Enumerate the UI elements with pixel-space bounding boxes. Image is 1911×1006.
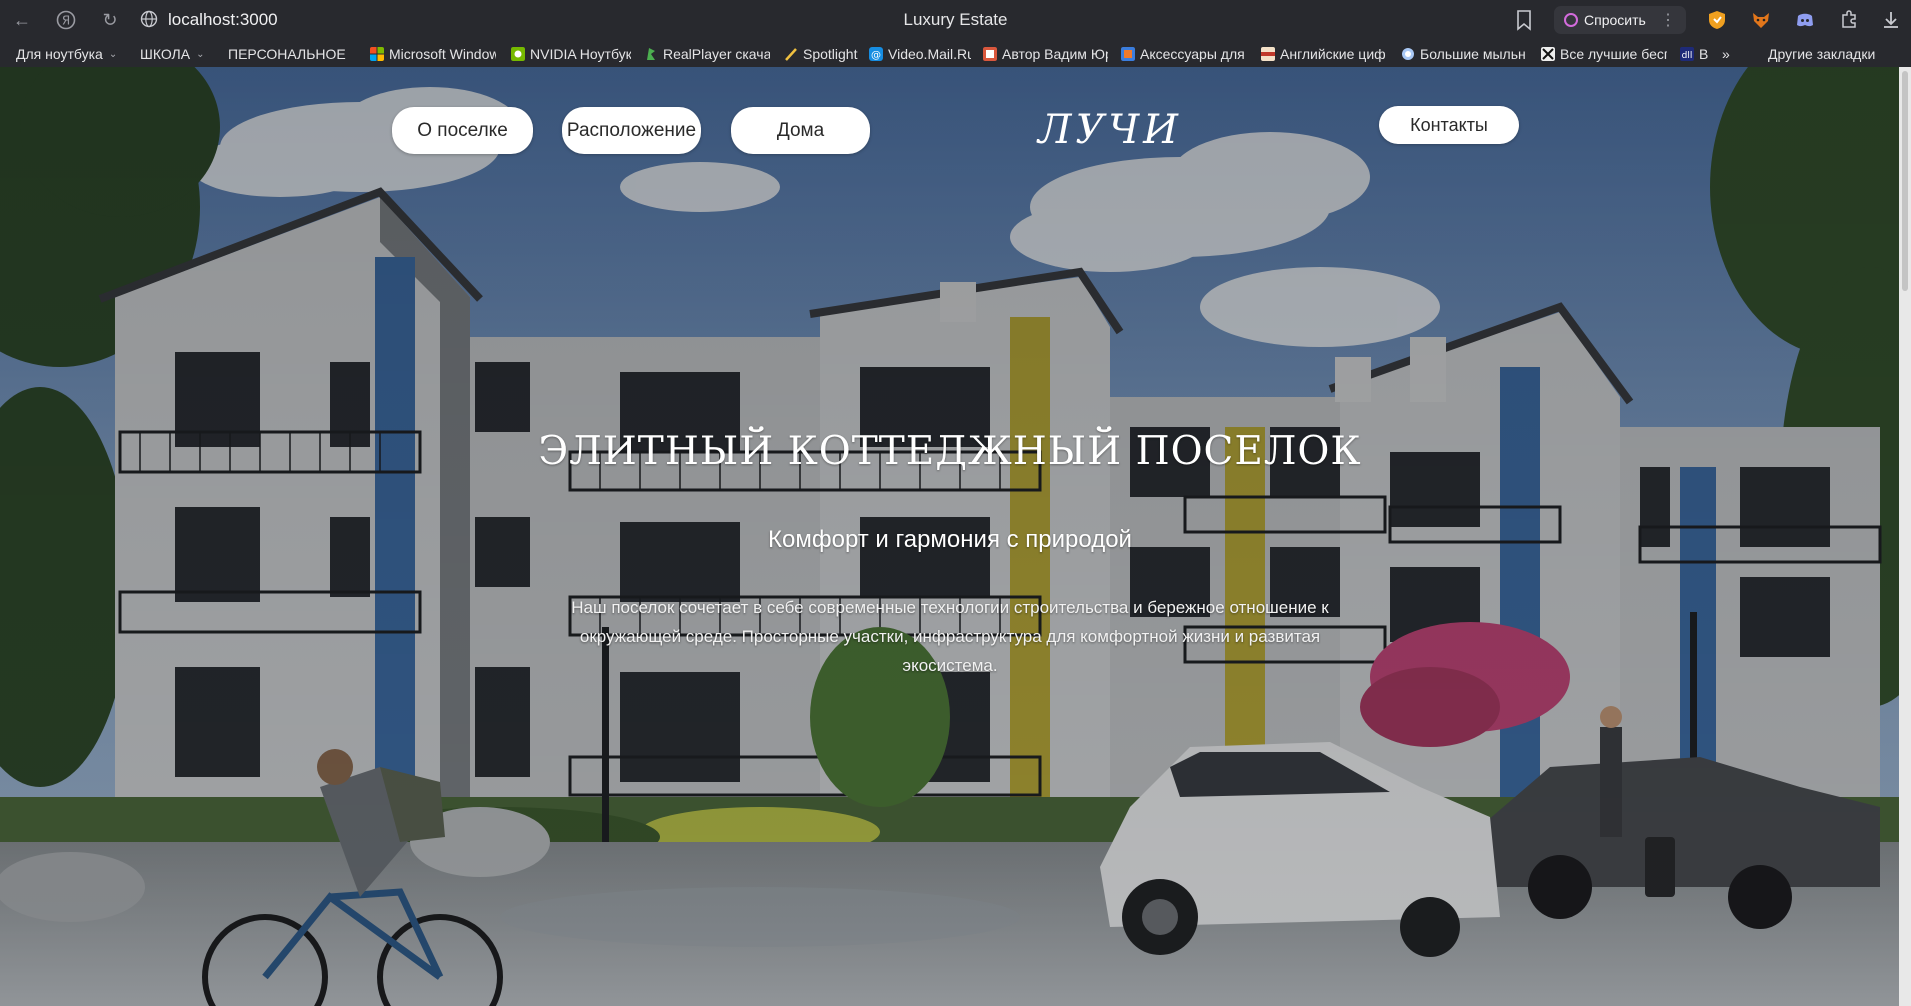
bookmark-label: Автор Вадим Юр (1002, 46, 1108, 62)
bookmarks-bar: Для ноутбука ⌄ ШКОЛА ⌄ ПЕРСОНАЛЬНОЕ ⌄ Micro… (0, 39, 1911, 68)
bookmark-soap[interactable]: Большие мыльн (1401, 45, 1528, 63)
bookmark-label: Все лучшие бесп (1560, 46, 1667, 62)
extensions-icon[interactable] (1838, 9, 1860, 31)
yandex-icon[interactable]: Я (53, 7, 79, 33)
bookmark-label: ШКОЛА (140, 46, 191, 62)
address-bar[interactable]: localhost:3000 (168, 10, 278, 30)
bookmark-folder-school[interactable]: ШКОЛА ⌄ (140, 45, 208, 63)
nvidia-icon (511, 47, 525, 61)
ask-icon (1564, 13, 1578, 27)
reload-icon[interactable]: ↻ (97, 7, 123, 33)
page-scrollbar[interactable] (1899, 67, 1911, 1006)
nav-contacts-button[interactable]: Контакты (1379, 106, 1519, 144)
hero-title: ЭЛИТНЫЙ КОТТЕДЖНЫЙ ПОСЕЛОК (538, 429, 1362, 474)
bookmark-label: Английские циф (1280, 46, 1386, 62)
shield-extension-icon[interactable] (1706, 9, 1728, 31)
bookmark-label: Для ноутбука (16, 46, 103, 62)
spotlight-icon (785, 48, 797, 61)
other-bookmarks-folder[interactable]: Другие закладки (1768, 45, 1886, 63)
nav-about-button[interactable]: О поселке (392, 107, 533, 154)
chevron-down-icon: ⌄ (196, 48, 205, 60)
game-icon (1541, 47, 1555, 61)
bookmark-english[interactable]: Английские циф (1261, 45, 1386, 63)
bookmark-accessories[interactable]: Аксессуары для с (1121, 45, 1249, 63)
dll-icon: dll (1680, 47, 1694, 61)
book-icon (983, 47, 997, 61)
bookmark-nvidia[interactable]: NVIDIA Ноутбук. (511, 45, 631, 63)
realplayer-icon (647, 48, 655, 60)
flag-icon (1261, 47, 1275, 61)
mail-icon: @ (869, 47, 883, 61)
svg-text:Я: Я (62, 14, 70, 28)
bookmarks-overflow-button[interactable]: » (1722, 45, 1738, 63)
svg-text:dll: dll (1682, 51, 1693, 61)
bookmark-folder-laptop[interactable]: Для ноутбука ⌄ (16, 45, 121, 63)
bookmark-label: Microsoft Window (389, 46, 496, 62)
bookmark-realplayer[interactable]: RealPlayer скачат (644, 45, 770, 63)
bookmark-label: Аксессуары для с (1140, 46, 1249, 62)
globe-icon (140, 10, 158, 28)
discord-extension-icon[interactable] (1794, 9, 1816, 31)
download-icon[interactable] (1880, 9, 1902, 31)
bookmark-microsoft[interactable]: Microsoft Window (370, 45, 496, 63)
chevron-down-icon: ⌄ (108, 48, 118, 60)
ask-button[interactable]: Спросить ⋮ (1554, 6, 1686, 34)
bookmark-free[interactable]: Все лучшие бесп (1541, 45, 1667, 63)
bookmark-icon[interactable] (1514, 9, 1534, 31)
ask-button-label: Спросить (1584, 12, 1646, 28)
bookmark-label: ПЕРСОНАЛЬНОЕ (228, 46, 346, 62)
hero-subtitle: Комфорт и гармония с природой (768, 526, 1132, 553)
browser-toolbar: ← Я ↻ localhost:3000 Luxury Estate Спрос… (0, 0, 1911, 39)
bookmark-label: Spotlight (803, 46, 858, 62)
chevron-down-icon: ⌄ (352, 49, 353, 60)
bookmark-label: Video.Mail.Ru (888, 46, 971, 62)
fox-extension-icon[interactable] (1750, 9, 1772, 31)
scrollbar-thumb[interactable] (1902, 71, 1908, 291)
microsoft-icon (370, 47, 384, 61)
hero-section: О поселке Расположение Дома ЛУЧИ Контакт… (0, 67, 1911, 1006)
bubble-icon (1402, 48, 1414, 60)
back-icon[interactable]: ← (9, 7, 35, 33)
hero-description: Наш поселок сочетает в себе современные … (571, 598, 1329, 675)
site-logo[interactable]: ЛУЧИ (1030, 107, 1190, 153)
svg-text:@: @ (871, 50, 881, 61)
bookmark-label: Большие мыльн (1420, 46, 1526, 62)
bookmark-folder-personal[interactable]: ПЕРСОНАЛЬНОЕ ⌄ (228, 45, 353, 63)
bookmark-videomail[interactable]: @ Video.Mail.Ru (869, 45, 971, 63)
bookmark-spotlight[interactable]: Spotlight (784, 45, 859, 63)
nav-location-button[interactable]: Расположение (562, 107, 701, 154)
bookmark-label: NVIDIA Ноутбук. (530, 46, 631, 62)
bookmark-author[interactable]: Автор Вадим Юр (983, 45, 1108, 63)
bookmark-label: Другие закладки (1768, 46, 1876, 62)
bookmark-label: В (1699, 46, 1709, 62)
kebab-icon[interactable]: ⋮ (1660, 10, 1676, 30)
nav-houses-button[interactable]: Дома (731, 107, 870, 154)
shop-icon (1121, 47, 1135, 61)
bookmark-label: RealPlayer скачат (663, 46, 770, 62)
bookmark-dll[interactable]: dll В (1680, 45, 1712, 63)
